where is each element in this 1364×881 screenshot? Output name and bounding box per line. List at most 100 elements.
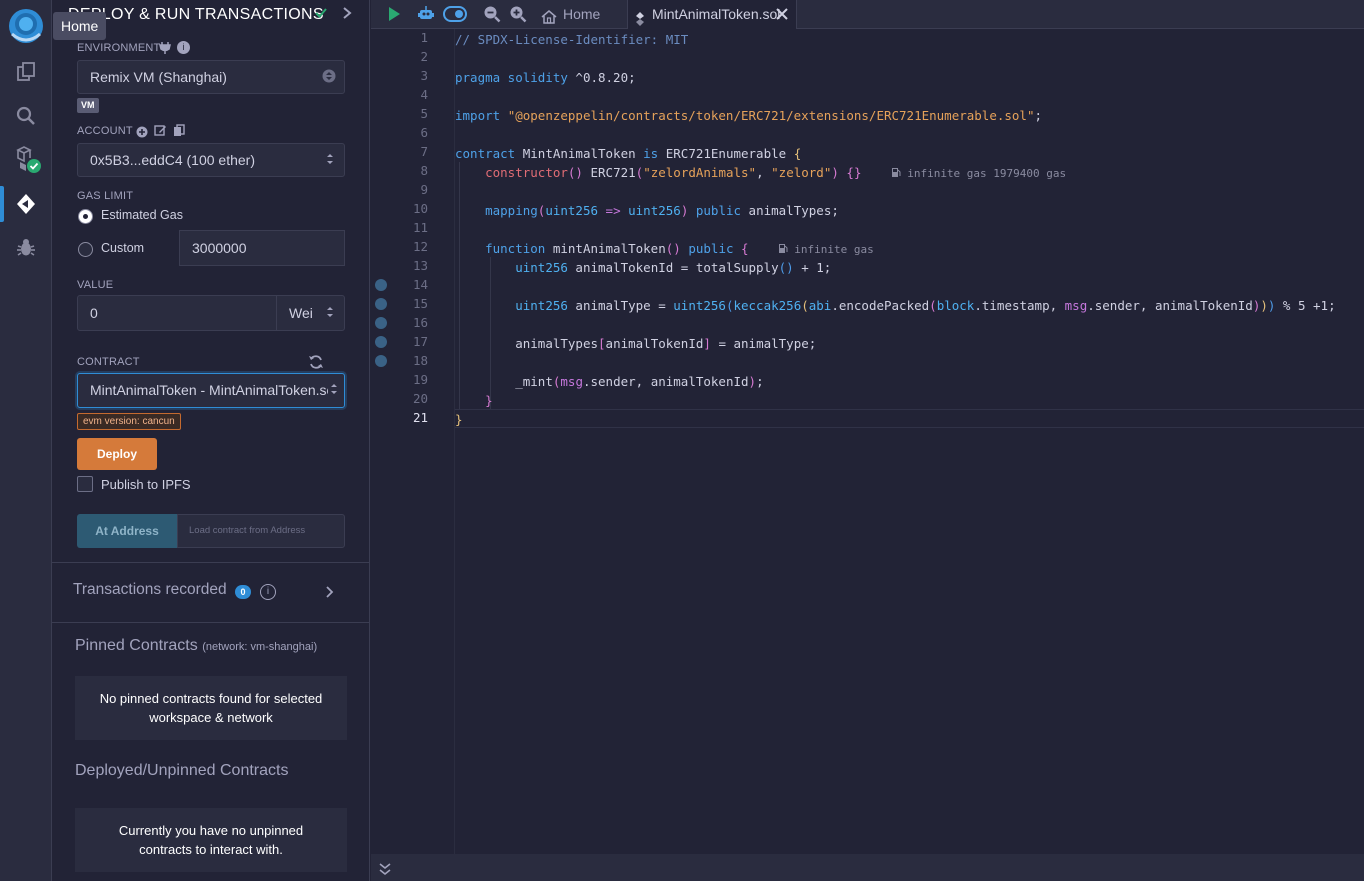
publish-ipfs-checkbox[interactable]	[77, 476, 93, 492]
remix-logo-icon[interactable]	[0, 4, 52, 48]
gas-hint-text: infinite gas 1979400 gas	[907, 167, 1067, 180]
code-token: + 1;	[793, 260, 832, 275]
close-tab-icon[interactable]	[776, 0, 788, 29]
deployed-contracts-title: Deployed/Unpinned Contracts	[75, 762, 289, 779]
line-number: 10	[412, 201, 428, 216]
add-account-icon[interactable]	[136, 125, 148, 143]
code-line-5: import "@openzeppelin/contracts/token/ER…	[455, 106, 1042, 125]
select-arrows-icon	[326, 144, 334, 176]
select-arrows-icon	[326, 296, 334, 330]
code-token: .sender, animalTokenId	[1087, 298, 1253, 313]
value-input[interactable]: 0	[77, 295, 277, 331]
publish-ipfs-label: Publish to IPFS	[101, 477, 191, 492]
chevron-right-icon[interactable]	[325, 585, 335, 604]
environment-select[interactable]: Remix VM (Shanghai)	[77, 60, 345, 94]
pinned-contracts-title: Pinned Contracts (network: vm-shanghai)	[75, 637, 317, 655]
transactions-recorded-title[interactable]: Transactions recorded	[73, 581, 227, 599]
environment-info-icon[interactable]: i	[177, 41, 190, 54]
code-token: = animalType;	[710, 336, 817, 351]
file-explorer-icon[interactable]	[0, 52, 52, 92]
at-address-button[interactable]: At Address	[77, 514, 177, 548]
code-token: block	[936, 298, 975, 313]
line-number: 18	[412, 353, 428, 368]
breakpoint-marker[interactable]	[375, 317, 387, 329]
code-token: is	[643, 146, 659, 161]
code-token: animalTypes	[515, 336, 599, 351]
line-number: 7	[420, 144, 428, 159]
estimated-gas-radio[interactable]	[78, 209, 93, 224]
contract-label: CONTRACT	[77, 356, 140, 368]
tab-home[interactable]: Home	[535, 0, 623, 29]
line-number: 16	[412, 315, 428, 330]
code-token: constructor	[485, 165, 568, 180]
run-script-icon[interactable]	[386, 6, 402, 27]
code-token: contract	[455, 146, 516, 161]
home-tooltip: Home	[53, 12, 107, 40]
value-unit: Wei	[289, 305, 313, 321]
deploy-run-panel: DEPLOY & RUN TRANSACTIONS ENVIRONMENT i …	[52, 0, 370, 881]
code-token: msg	[560, 374, 583, 389]
copilot-toggle-icon[interactable]	[443, 6, 467, 27]
breakpoint-marker[interactable]	[375, 298, 387, 310]
breakpoint-marker[interactable]	[375, 279, 387, 291]
code-token: animalTokenId	[605, 336, 704, 351]
deploy-button[interactable]: Deploy	[77, 438, 157, 470]
code-line-21: }	[455, 410, 463, 429]
line-number: 15	[412, 296, 428, 311]
code-token: }	[455, 412, 463, 427]
line-number: 8	[420, 163, 428, 178]
zoom-in-icon[interactable]	[509, 5, 527, 28]
tab-mintanimaltoken[interactable]: MintAnimalToken.sol	[627, 0, 797, 29]
chevron-right-icon[interactable]	[341, 5, 353, 26]
code-token: (	[929, 298, 937, 313]
divider	[52, 562, 369, 563]
code-token: [	[598, 336, 606, 351]
code-token: }	[485, 393, 493, 408]
code-token: .timestamp,	[974, 298, 1065, 313]
breakpoint-marker[interactable]	[375, 336, 387, 348]
terminal-bar	[371, 854, 1364, 881]
gas-limit-input[interactable]: 3000000	[179, 230, 345, 266]
line-number: 21	[412, 410, 428, 425]
deploy-run-icon[interactable]	[0, 184, 52, 224]
contract-value: MintAnimalToken - MintAnimalToken.sol	[90, 382, 338, 398]
code-editor[interactable]: // SPDX-License-Identifier: MIT pragma s…	[454, 29, 1364, 854]
check-icon	[314, 6, 328, 25]
copy-account-icon[interactable]	[173, 124, 185, 142]
line-number: 14	[412, 277, 428, 292]
solidity-compiler-icon[interactable]	[0, 140, 52, 180]
gas-hint-text: infinite gas	[794, 243, 874, 256]
code-token: ()	[665, 241, 681, 256]
deployed-empty-message: Currently you have no unpinned contracts…	[75, 808, 347, 872]
search-icon[interactable]	[0, 96, 52, 136]
zoom-out-icon[interactable]	[483, 5, 501, 28]
vm-badge: VM	[77, 98, 99, 113]
contract-select[interactable]: MintAnimalToken - MintAnimalToken.sol	[77, 373, 345, 408]
code-token: public	[680, 241, 734, 256]
code-token: mapping	[485, 203, 538, 218]
custom-gas-radio[interactable]	[78, 242, 93, 257]
ai-copilot-icon[interactable]	[417, 5, 435, 28]
info-icon[interactable]: i	[260, 584, 276, 600]
line-number: 2	[420, 49, 428, 64]
code-token: ()	[567, 165, 583, 180]
gas-pump-icon	[891, 168, 901, 177]
code-line-13: uint256 animalTokenId = totalSupply() + …	[455, 258, 831, 277]
line-number: 5	[420, 106, 428, 121]
account-select[interactable]: 0x5B3...eddC4 (100 ether)	[77, 143, 345, 177]
breakpoint-marker[interactable]	[375, 355, 387, 367]
code-token: msg	[1064, 298, 1088, 313]
line-number: 13	[412, 258, 428, 273]
divider	[52, 622, 369, 623]
refresh-icon[interactable]	[308, 354, 324, 375]
plug-icon[interactable]	[159, 41, 171, 59]
select-arrows-icon	[328, 374, 338, 406]
edit-account-icon[interactable]	[154, 124, 167, 142]
value-unit-select[interactable]: Wei	[276, 295, 345, 331]
code-token: ERC721Enumerable	[658, 146, 794, 161]
debugger-icon[interactable]	[0, 228, 52, 268]
at-address-input[interactable]: Load contract from Address	[177, 514, 345, 548]
panel-title: DEPLOY & RUN TRANSACTIONS	[68, 6, 324, 23]
code-line-7: contract MintAnimalToken is ERC721Enumer…	[455, 144, 801, 163]
chevron-double-down-icon[interactable]	[379, 862, 391, 881]
